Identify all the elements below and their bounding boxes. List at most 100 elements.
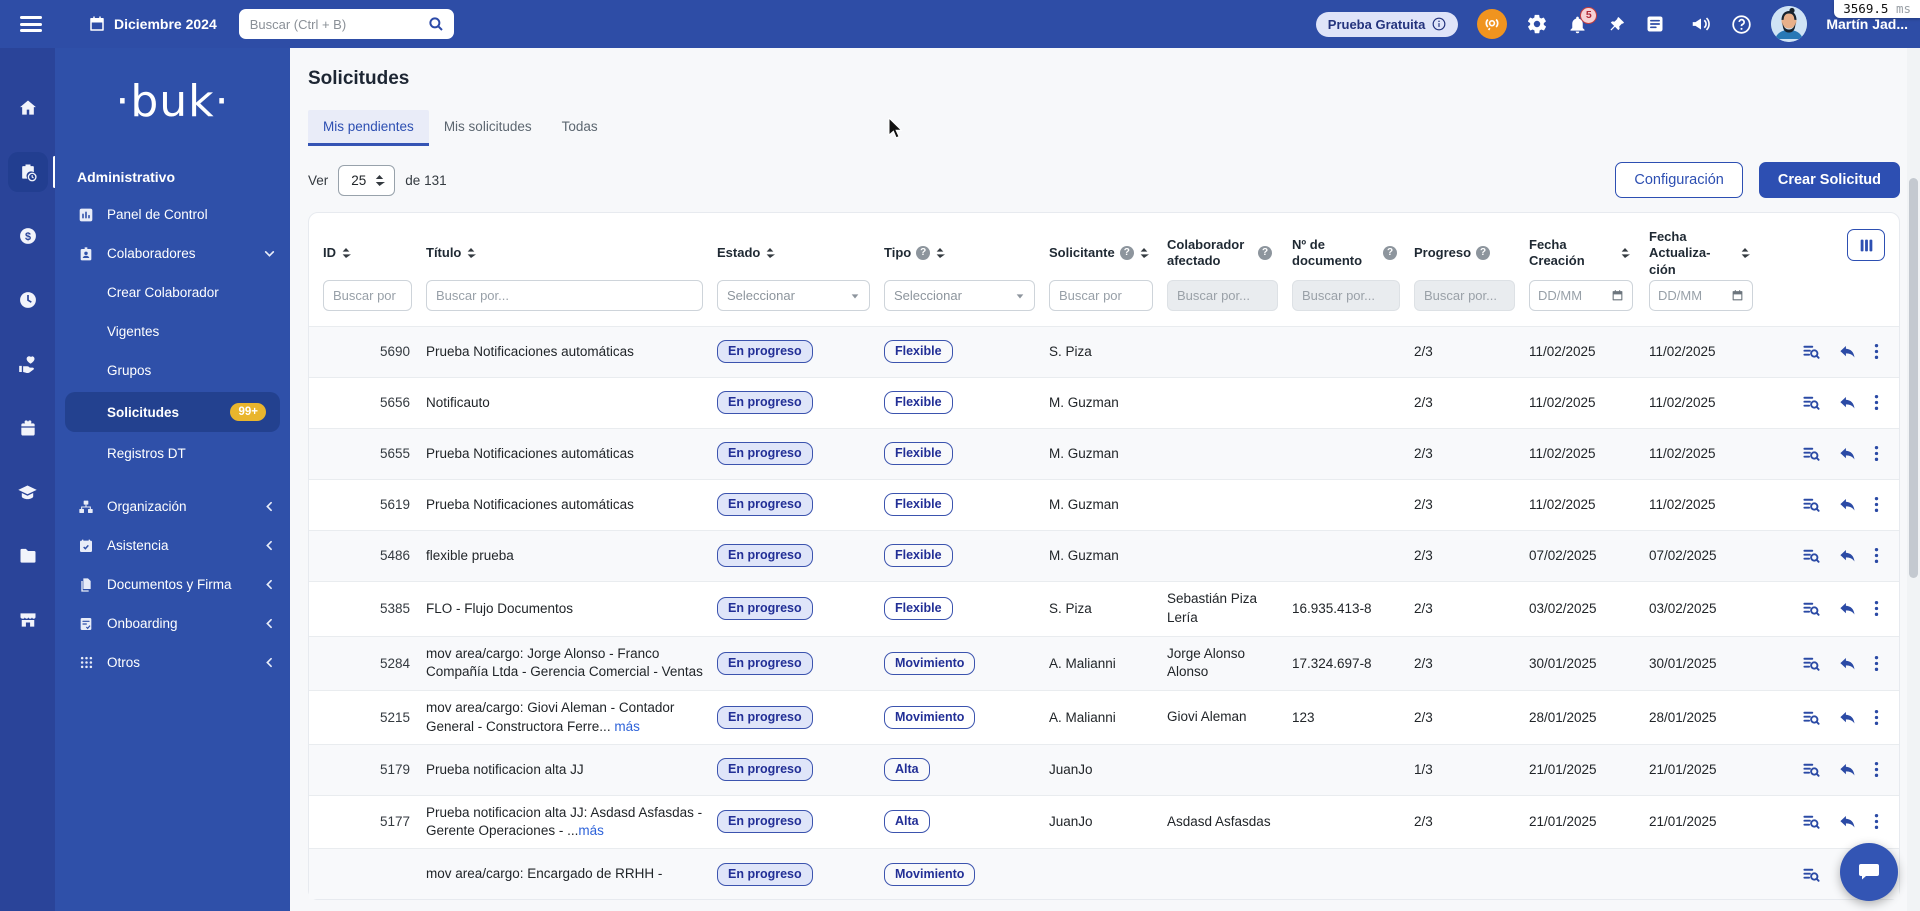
- col-header-id[interactable]: ID: [309, 245, 426, 261]
- table-row[interactable]: 5486 flexible prueba En progreso Flexibl…: [309, 529, 1899, 581]
- sidebar-item-onboarding[interactable]: Onboarding: [55, 604, 290, 643]
- reply-icon[interactable]: [1838, 599, 1857, 618]
- kebab-menu-icon[interactable]: [1874, 708, 1879, 727]
- table-row[interactable]: 5690 Prueba Notificaciones automáticas E…: [309, 325, 1899, 377]
- sidebar-item-registros-dt[interactable]: Registros DT: [55, 434, 290, 473]
- col-header-solicitante[interactable]: Solicitante?: [1049, 245, 1167, 261]
- col-header-documento[interactable]: Nº de documento?: [1292, 237, 1414, 270]
- kebab-menu-icon[interactable]: [1874, 599, 1879, 618]
- filter-fecha-creacion-input[interactable]: DD/MM: [1529, 280, 1633, 312]
- view-details-icon[interactable]: [1802, 708, 1821, 727]
- reply-icon[interactable]: [1838, 760, 1857, 779]
- requests-clipboard-clock-icon[interactable]: [7, 152, 56, 192]
- tab-todas[interactable]: Todas: [547, 110, 613, 146]
- view-details-icon[interactable]: [1802, 393, 1821, 412]
- kebab-menu-icon[interactable]: [1874, 546, 1879, 565]
- view-details-icon[interactable]: [1802, 495, 1821, 514]
- column-settings-button[interactable]: [1847, 229, 1885, 261]
- view-details-icon[interactable]: [1802, 546, 1821, 565]
- avatar[interactable]: [1771, 6, 1808, 42]
- sidebar-item-vigentes[interactable]: Vigentes: [55, 312, 290, 351]
- kebab-menu-icon[interactable]: [1874, 393, 1879, 412]
- table-row[interactable]: 5656 Notificauto En progreso Flexible M.…: [309, 376, 1899, 428]
- configuration-button[interactable]: Configuración: [1615, 162, 1743, 198]
- trial-badge[interactable]: Prueba Gratuita: [1315, 11, 1459, 37]
- table-row[interactable]: 5179 Prueba notificacion alta JJ En prog…: [309, 743, 1899, 795]
- filter-estado-select[interactable]: Seleccionar: [717, 280, 870, 312]
- chat-bubble-button[interactable]: [1840, 843, 1898, 901]
- home-icon[interactable]: [8, 88, 48, 128]
- documents-folder-icon[interactable]: [8, 536, 48, 576]
- more-link[interactable]: más: [578, 823, 604, 838]
- marketplace-store-icon[interactable]: [8, 600, 48, 640]
- col-header-colaborador[interactable]: Colaborador afectado?: [1167, 237, 1292, 270]
- tab-mis-pendientes[interactable]: Mis pendientes: [308, 110, 429, 146]
- time-clock-icon[interactable]: [8, 280, 48, 320]
- kebab-menu-icon[interactable]: [1874, 760, 1879, 779]
- view-details-icon[interactable]: [1802, 865, 1821, 884]
- view-details-icon[interactable]: [1802, 444, 1821, 463]
- table-row[interactable]: 5284 mov area/cargo: Jorge Alonso - Fran…: [309, 635, 1899, 691]
- tab-mis-solicitudes[interactable]: Mis solicitudes: [429, 110, 547, 146]
- reply-icon[interactable]: [1838, 654, 1857, 673]
- sidebar-item-asistencia[interactable]: Asistencia: [55, 526, 290, 565]
- table-row[interactable]: 5177 Prueba notificacion alta JJ: Asdasd…: [309, 794, 1899, 848]
- hamburger-menu-icon[interactable]: [20, 16, 42, 32]
- sidebar-item-panel-de-control[interactable]: Panel de Control: [55, 195, 290, 234]
- user-name[interactable]: Martín Jad...: [1826, 16, 1908, 32]
- filter-fecha-actualizacion-input[interactable]: DD/MM: [1649, 280, 1753, 312]
- view-details-icon[interactable]: [1802, 654, 1821, 673]
- period-selector[interactable]: Diciembre 2024: [88, 15, 217, 33]
- table-row[interactable]: 5619 Prueba Notificaciones automáticas E…: [309, 478, 1899, 530]
- sidebar-item-colaboradores[interactable]: Colaboradores: [55, 234, 290, 273]
- remunerations-money-icon[interactable]: $: [8, 216, 48, 256]
- create-request-button[interactable]: Crear Solicitud: [1758, 162, 1900, 198]
- col-header-progreso[interactable]: Progreso?: [1414, 245, 1529, 261]
- filter-solicitante-input[interactable]: [1049, 280, 1153, 312]
- table-row[interactable]: mov area/cargo: Encargado de RRHH - En p…: [309, 848, 1899, 900]
- view-details-icon[interactable]: [1802, 599, 1821, 618]
- reply-icon[interactable]: [1838, 393, 1857, 412]
- search-icon[interactable]: [427, 15, 445, 38]
- reply-icon[interactable]: [1838, 546, 1857, 565]
- sidebar-item-documentos-y-firma[interactable]: Documentos y Firma: [55, 565, 290, 604]
- sidebar-item-organizacion[interactable]: Organización: [55, 487, 290, 526]
- filter-titulo-input[interactable]: [426, 280, 703, 312]
- reply-icon[interactable]: [1838, 342, 1857, 361]
- scrollbar-thumb[interactable]: [1909, 178, 1918, 578]
- table-row[interactable]: 5385 FLO - Flujo Documentos En progreso …: [309, 580, 1899, 636]
- benefits-gift-icon[interactable]: [8, 408, 48, 448]
- reply-icon[interactable]: [1838, 495, 1857, 514]
- col-header-fecha-actualizacion[interactable]: Fecha Actualiza-ción: [1649, 229, 1779, 278]
- more-link[interactable]: más: [614, 719, 640, 734]
- kebab-menu-icon[interactable]: [1874, 342, 1879, 361]
- help-icon[interactable]: [1731, 14, 1752, 35]
- col-header-estado[interactable]: Estado: [717, 245, 884, 261]
- table-row[interactable]: 5655 Prueba Notificaciones automáticas E…: [309, 427, 1899, 479]
- kebab-menu-icon[interactable]: [1874, 812, 1879, 831]
- sidebar-item-solicitudes[interactable]: Solicitudes 99+: [65, 392, 280, 432]
- col-header-fecha-creacion[interactable]: Fecha Creación: [1529, 237, 1649, 270]
- filter-id-input[interactable]: [323, 280, 412, 312]
- announcements-megaphone-icon[interactable]: [1690, 13, 1712, 35]
- col-header-tipo[interactable]: Tipo?: [884, 245, 1049, 261]
- view-details-icon[interactable]: [1802, 342, 1821, 361]
- col-header-titulo[interactable]: Título: [426, 245, 717, 261]
- reply-icon[interactable]: [1838, 708, 1857, 727]
- reply-icon[interactable]: [1838, 812, 1857, 831]
- settings-gear-icon[interactable]: [1526, 13, 1548, 35]
- notes-icon[interactable]: [1645, 14, 1665, 34]
- sidebar-item-otros[interactable]: Otros: [55, 643, 290, 682]
- page-size-select[interactable]: 25: [338, 164, 396, 196]
- table-row[interactable]: 5215 mov area/cargo: Giovi Aleman - Cont…: [309, 690, 1899, 743]
- sidebar-item-crear-colaborador[interactable]: Crear Colaborador: [55, 273, 290, 312]
- search-input[interactable]: [238, 9, 454, 39]
- pin-icon[interactable]: [1607, 15, 1626, 34]
- notifications-bell-icon[interactable]: 5: [1567, 6, 1598, 35]
- sidebar-item-grupos[interactable]: Grupos: [55, 351, 290, 390]
- page-scrollbar[interactable]: [1907, 48, 1920, 911]
- kebab-menu-icon[interactable]: [1874, 444, 1879, 463]
- reply-icon[interactable]: [1838, 444, 1857, 463]
- kebab-menu-icon[interactable]: [1874, 495, 1879, 514]
- view-details-icon[interactable]: [1802, 812, 1821, 831]
